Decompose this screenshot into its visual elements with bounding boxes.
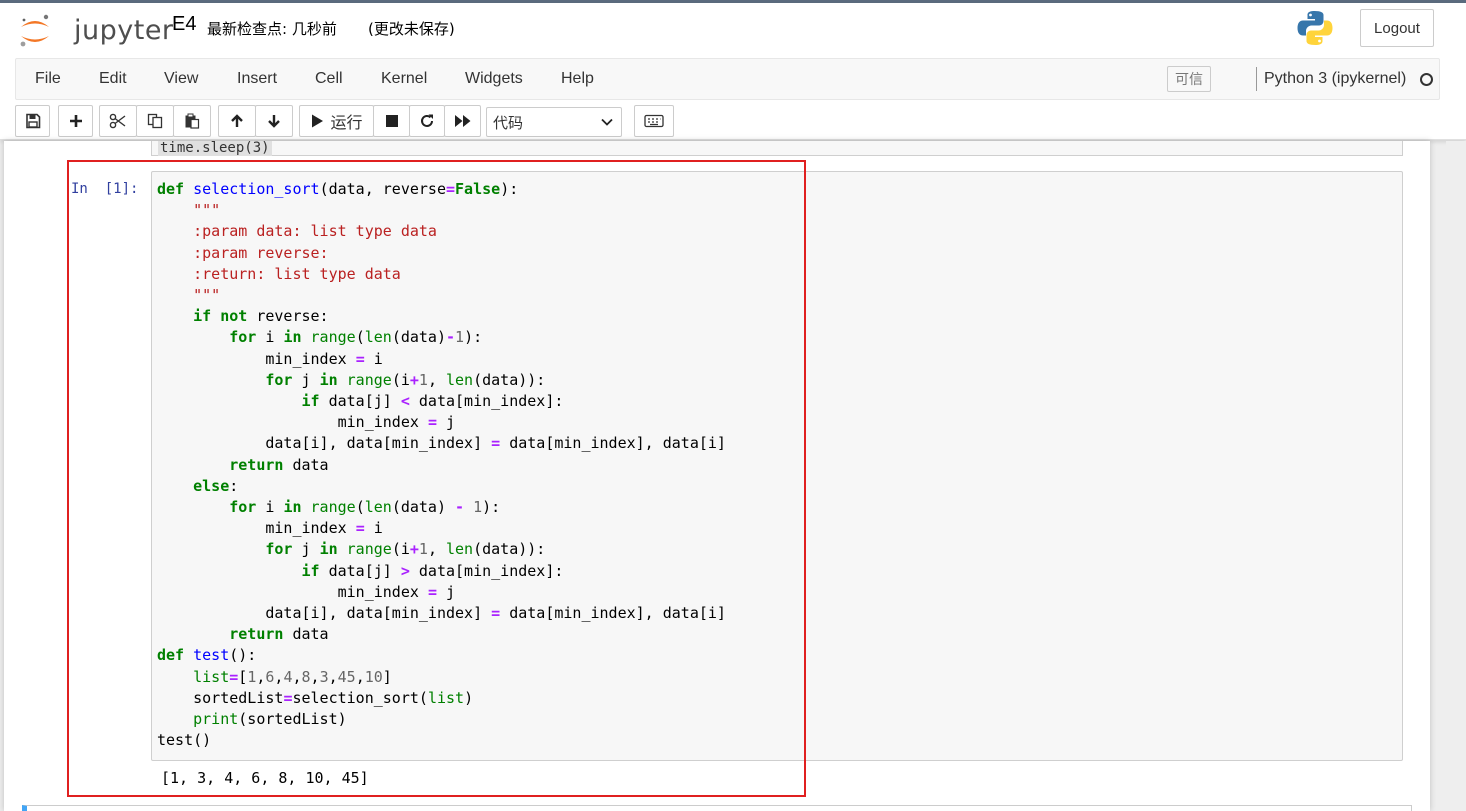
cell-type-value: 代码 bbox=[493, 113, 524, 132]
autosave-status: (更改未保存) bbox=[368, 20, 455, 38]
jupyter-logo-icon bbox=[20, 14, 49, 47]
restart-button[interactable] bbox=[409, 105, 445, 137]
play-icon bbox=[312, 114, 324, 128]
checkpoint-status: 最新检查点: 几秒前 bbox=[207, 20, 337, 38]
previous-cell-code: time.sleep(3) bbox=[158, 141, 272, 156]
menu-cell[interactable]: Cell bbox=[315, 70, 343, 88]
logo-text: jupyter bbox=[74, 15, 174, 46]
menu-kernel[interactable]: Kernel bbox=[381, 70, 427, 88]
arrow-down-icon bbox=[268, 115, 280, 128]
move-down-button[interactable] bbox=[255, 105, 293, 137]
move-up-button[interactable] bbox=[218, 105, 256, 137]
next-cell[interactable] bbox=[22, 805, 1412, 811]
menu-file[interactable]: File bbox=[35, 70, 61, 88]
logout-button[interactable]: Logout bbox=[1360, 9, 1434, 47]
copy-button[interactable] bbox=[136, 105, 174, 137]
paste-icon bbox=[185, 113, 200, 129]
keyboard-icon bbox=[644, 114, 664, 128]
command-palette-button[interactable] bbox=[634, 105, 674, 137]
menu-view[interactable]: View bbox=[164, 70, 198, 88]
stop-icon bbox=[385, 115, 398, 127]
cell-type-select[interactable]: 代码 bbox=[486, 107, 622, 137]
insert-cell-button[interactable] bbox=[58, 105, 93, 137]
input-prompt: In [1]: bbox=[71, 181, 139, 197]
menubar: File Edit View Insert Cell Kernel Widget… bbox=[15, 58, 1440, 100]
interrupt-button[interactable] bbox=[373, 105, 410, 137]
save-button[interactable] bbox=[15, 105, 50, 137]
scrollbar[interactable] bbox=[1446, 141, 1466, 811]
notebook-container: time.sleep(3) In [1]: def selection_sort… bbox=[4, 141, 1430, 811]
python-logo-icon bbox=[1297, 11, 1333, 45]
trusted-indicator[interactable]: 可信 bbox=[1167, 66, 1211, 92]
kernel-name[interactable]: Python 3 (ipykernel) bbox=[1264, 70, 1406, 88]
kernel-idle-icon bbox=[1420, 73, 1433, 86]
cell-output: [1, 3, 4, 6, 8, 10, 45] bbox=[161, 769, 369, 787]
jupyter-logo[interactable]: jupyter bbox=[18, 11, 173, 49]
menu-insert[interactable]: Insert bbox=[237, 70, 277, 88]
copy-icon bbox=[147, 113, 163, 129]
code-editor[interactable]: def selection_sort(data, reverse=False):… bbox=[157, 179, 726, 751]
save-icon bbox=[25, 113, 40, 129]
notebook-name[interactable]: E4 bbox=[172, 13, 196, 36]
paste-button[interactable] bbox=[173, 105, 211, 137]
run-label: 运行 bbox=[330, 113, 363, 132]
previous-code-cell[interactable]: time.sleep(3) bbox=[151, 141, 1403, 156]
cut-button[interactable] bbox=[99, 105, 137, 137]
cut-icon bbox=[109, 113, 126, 129]
fast-forward-icon bbox=[454, 115, 470, 127]
header: jupyter E4 最新检查点: 几秒前 (更改未保存) Logout Fil… bbox=[0, 3, 1466, 140]
menu-edit[interactable]: Edit bbox=[99, 70, 127, 88]
arrow-up-icon bbox=[231, 114, 243, 127]
restart-icon bbox=[421, 114, 433, 127]
chevron-down-icon bbox=[601, 118, 613, 126]
restart-run-all-button[interactable] bbox=[444, 105, 481, 137]
run-button[interactable]: 运行 bbox=[299, 105, 374, 137]
menu-widgets[interactable]: Widgets bbox=[465, 70, 523, 88]
menu-help[interactable]: Help bbox=[561, 70, 594, 88]
plus-icon bbox=[69, 115, 82, 127]
kernel-separator bbox=[1256, 67, 1257, 91]
